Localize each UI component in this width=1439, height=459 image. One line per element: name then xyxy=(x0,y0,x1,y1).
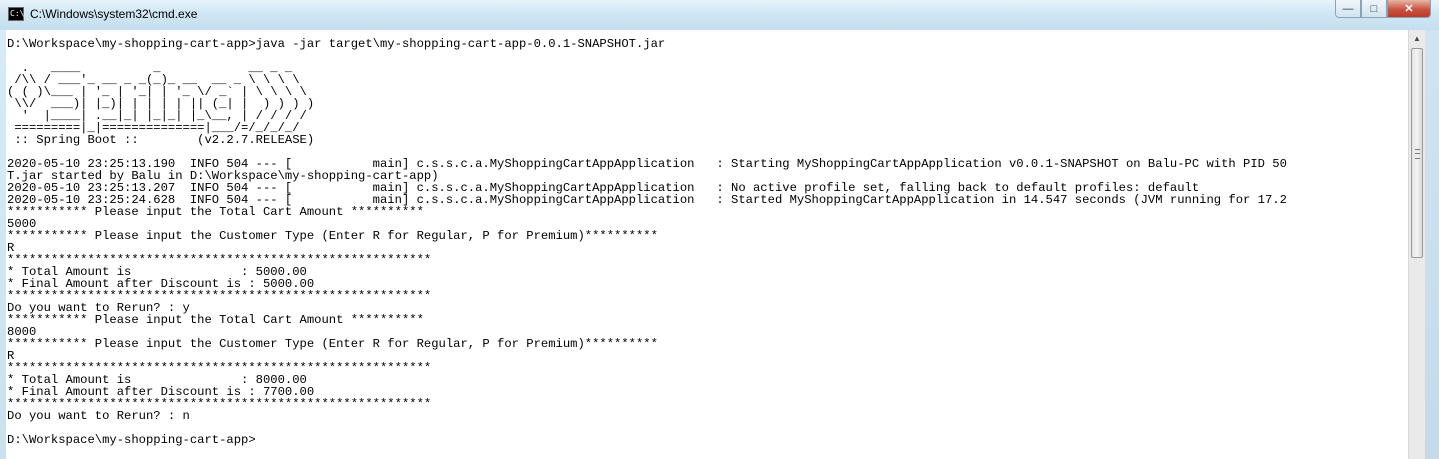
scroll-up-arrow-icon[interactable]: ▲ xyxy=(1409,30,1425,47)
window-frame-right xyxy=(1425,30,1439,459)
maximize-button[interactable]: □ xyxy=(1361,0,1387,18)
console-line: *********** Please input the Customer Ty… xyxy=(7,337,658,351)
console-line: Do you want to Rerun? : n xyxy=(7,409,190,423)
window-title: C:\Windows\system32\cmd.exe xyxy=(30,7,198,21)
vertical-scrollbar[interactable]: ▲ xyxy=(1408,30,1425,459)
caption-buttons: — □ ✕ xyxy=(1335,0,1431,20)
grip-icon xyxy=(1415,149,1420,159)
console-line: ****************************************… xyxy=(7,397,432,411)
console-text: D:\Workspace\my-shopping-cart-app>java -… xyxy=(6,30,1408,446)
console-line: ****************************************… xyxy=(7,289,432,303)
cmd-window: C:\ C:\Windows\system32\cmd.exe — □ ✕ D:… xyxy=(0,0,1439,459)
console-line: *********** Please input the Total Cart … xyxy=(7,205,424,219)
minimize-button[interactable]: — xyxy=(1335,0,1361,18)
console-line: D:\Workspace\my-shopping-cart-app> xyxy=(7,433,256,447)
console-line: :: Spring Boot :: (v2.2.7.RELEASE) xyxy=(7,133,315,147)
console-line: D:\Workspace\my-shopping-cart-app>java -… xyxy=(7,37,666,51)
console-output-area[interactable]: D:\Workspace\my-shopping-cart-app>java -… xyxy=(6,30,1408,459)
close-button[interactable]: ✕ xyxy=(1387,0,1431,18)
scrollbar-thumb[interactable] xyxy=(1411,48,1423,258)
cmd-icon[interactable]: C:\ xyxy=(8,7,24,21)
title-bar[interactable]: C:\ C:\Windows\system32\cmd.exe — □ ✕ xyxy=(0,0,1439,30)
console-line: *********** Please input the Total Cart … xyxy=(7,313,424,327)
console-line: *********** Please input the Customer Ty… xyxy=(7,229,658,243)
